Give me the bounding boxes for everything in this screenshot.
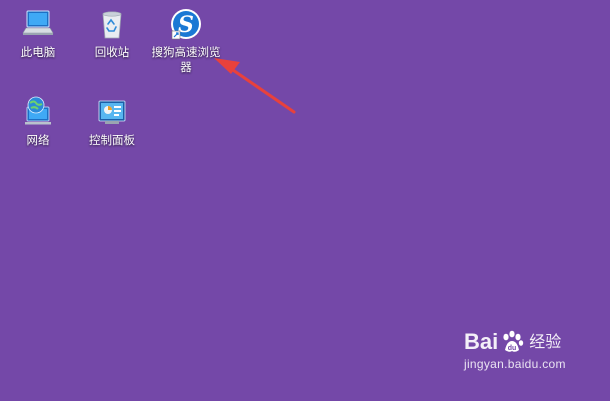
baidu-jingyan-watermark: Bai du 经验 jingyan.baidu.com <box>464 329 576 387</box>
computer-icon <box>20 6 56 42</box>
recycle-bin-icon <box>94 6 130 42</box>
desktop-icon-network[interactable]: 网络 <box>0 94 76 148</box>
network-globe-icon <box>20 94 56 130</box>
desktop-icon-this-pc[interactable]: 此电脑 <box>0 6 76 60</box>
desktop-icon-label: 此电脑 <box>20 45 56 59</box>
desktop: 此电脑 回收站 S 搜狗高速浏览器 网络 控制面板 Bai du 经验 jing… <box>0 0 610 401</box>
desktop-icon-label: 控制面板 <box>89 133 135 147</box>
desktop-icon-label: 网络 <box>26 133 50 147</box>
watermark-brand-suffix: 经验 <box>529 332 562 351</box>
watermark-site: jingyan.baidu.com <box>464 357 566 371</box>
desktop-icon-sogou-browser[interactable]: S 搜狗高速浏览器 <box>148 6 224 75</box>
desktop-icon-label: 回收站 <box>94 45 130 59</box>
desktop-icon-label: 搜狗高速浏览器 <box>151 45 221 74</box>
svg-text:du: du <box>508 345 517 352</box>
baidu-paw-icon: du <box>503 330 524 352</box>
sogou-browser-icon: S <box>168 6 204 42</box>
control-panel-icon <box>94 94 130 130</box>
desktop-icon-control-panel[interactable]: 控制面板 <box>74 94 150 148</box>
svg-text:S: S <box>178 12 194 38</box>
desktop-icon-recycle-bin[interactable]: 回收站 <box>74 6 150 60</box>
watermark-brand-prefix: Bai <box>464 329 499 354</box>
watermark-brand: Bai du 经验 <box>464 329 576 355</box>
